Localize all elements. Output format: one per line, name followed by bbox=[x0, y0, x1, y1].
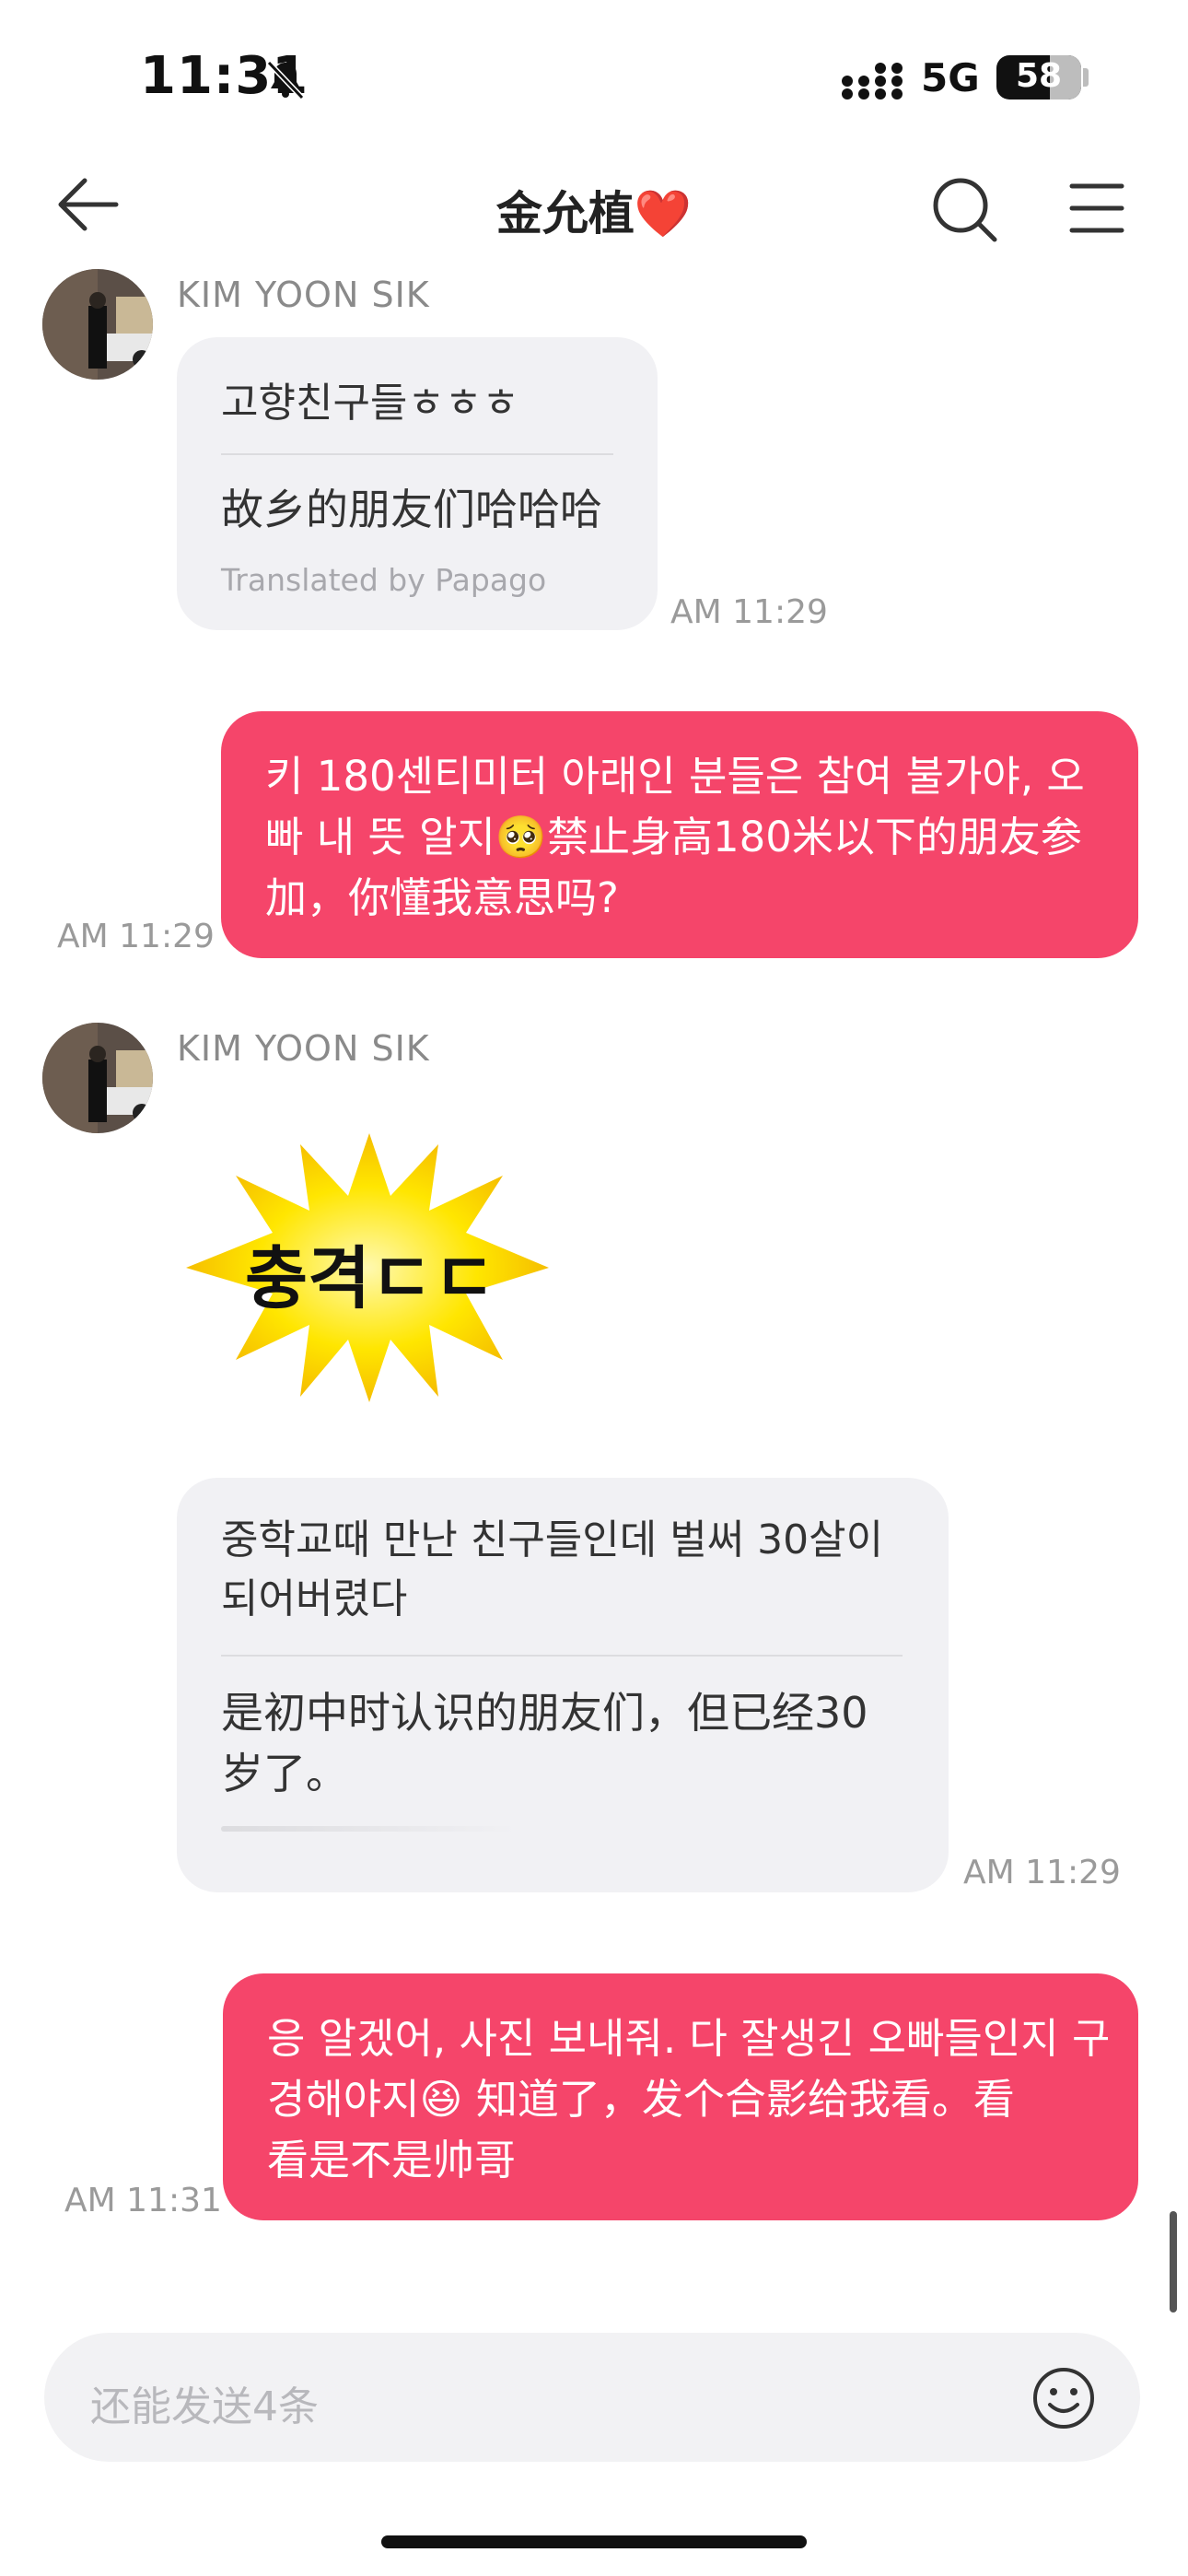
sender-name: KIM YOON SIK bbox=[177, 275, 430, 315]
message-time: AM 11:31 bbox=[64, 2182, 222, 2219]
outgoing-message-bubble[interactable]: 응 알겠어, 사진 보내줘. 다 잘생긴 오빠들인지 구 경해야지😆 知道了，发… bbox=[223, 1973, 1138, 2220]
message-original-line-1: 중학교때 만난 친구들인데 벌써 30살이 bbox=[221, 1516, 884, 1563]
message-translation-text: 故乡的朋友们哈哈哈 bbox=[221, 485, 602, 534]
message-input[interactable]: 还能发送4条 bbox=[44, 2333, 1140, 2462]
back-button[interactable] bbox=[55, 175, 120, 234]
message-line-2-part-1: 빠 내 뜻 알지 bbox=[265, 813, 495, 861]
message-original-line-2: 되어버렸다 bbox=[221, 1575, 408, 1622]
message-line-1: 키 180센티미터 아래인 분들은 참여 불가야, 오 bbox=[265, 752, 1085, 801]
sticker[interactable]: 충격ㄷㄷ bbox=[181, 1130, 558, 1406]
translation-loading-bar bbox=[221, 1826, 516, 1832]
smiley-icon[interactable] bbox=[1031, 2366, 1096, 2430]
message-time: AM 11:29 bbox=[670, 593, 828, 631]
message-original-text: 중학교때 만난 친구들인데 벌써 30살이 되어버렸다 bbox=[221, 1511, 921, 1629]
pleading-face-emoji: 🥺 bbox=[495, 813, 547, 861]
network-label: 5G bbox=[921, 55, 980, 100]
incoming-message-bubble[interactable]: 중학교때 만난 친구들인데 벌써 30살이 되어버렸다 是初中时认识的朋友们，但… bbox=[177, 1478, 949, 1892]
message-time: AM 11:29 bbox=[963, 1854, 1121, 1891]
outgoing-message-bubble[interactable]: 키 180센티미터 아래인 분들은 참여 불가야, 오 빠 내 뜻 알지🥺禁止身… bbox=[221, 711, 1138, 958]
signal-icon bbox=[842, 63, 903, 100]
message-text-line: 키 180센티미터 아래인 분들은 참여 불가야, 오 빠 내 뜻 알지🥺禁止身… bbox=[265, 746, 1112, 929]
message-line-2-part-1: 경해야지 bbox=[267, 2075, 420, 2124]
message-original-text: 고향친구들ㅎㅎㅎ bbox=[221, 380, 519, 427]
search-icon[interactable] bbox=[930, 175, 998, 243]
input-placeholder: 还能发送4条 bbox=[90, 2383, 319, 2430]
message-translation-line-2: 岁了。 bbox=[221, 1749, 348, 1798]
incoming-message-bubble[interactable]: 고향친구들ㅎㅎㅎ 故乡的朋友们哈哈哈 Translated by Papago bbox=[177, 337, 658, 630]
message-line-2-part-2: 禁止身高180米以下的朋友参 bbox=[546, 813, 1082, 861]
translation-divider bbox=[221, 1655, 903, 1657]
translation-divider bbox=[221, 453, 613, 455]
message-time: AM 11:29 bbox=[57, 918, 215, 955]
message-line-2: 빠 내 뜻 알지🥺禁止身高180米以下的朋友参 bbox=[265, 807, 1112, 868]
message-text-line: 응 알겠어, 사진 보내줘. 다 잘생긴 오빠들인지 구 경해야지😆 知道了，发… bbox=[267, 2008, 1114, 2191]
message-translation-line-1: 是初中时认识的朋友们，但已经30 bbox=[221, 1688, 868, 1738]
battery-level: 58 bbox=[1015, 57, 1063, 95]
message-line-3: 看是不是帅哥 bbox=[267, 2136, 517, 2184]
avatar[interactable] bbox=[42, 269, 153, 380]
battery-indicator: 58 bbox=[996, 55, 1081, 100]
bell-slash-icon bbox=[266, 60, 305, 100]
avatar[interactable] bbox=[42, 1023, 153, 1133]
translated-by-label: Translated by Papago bbox=[221, 562, 547, 598]
message-line-1: 응 알겠어, 사진 보내줘. 다 잘생긴 오빠들인지 구 bbox=[267, 2014, 1111, 2063]
message-line-2: 경해야지😆 知道了，发个合影给我看。看 bbox=[267, 2069, 1114, 2130]
message-line-3: 加，你懂我意思吗? bbox=[265, 873, 619, 922]
sticker-text: 충격ㄷㄷ bbox=[245, 1239, 496, 1318]
grinning-squinting-emoji: 😆 bbox=[419, 2075, 463, 2124]
message-translation-text: 是初中时认识的朋友们，但已经30 岁了。 bbox=[221, 1682, 921, 1804]
scrollbar[interactable] bbox=[1170, 2211, 1177, 2313]
menu-icon[interactable] bbox=[1068, 181, 1125, 236]
sender-name: KIM YOON SIK bbox=[177, 1028, 430, 1069]
chat-title: 金允植❤️ bbox=[495, 187, 693, 240]
battery-cap bbox=[1083, 68, 1089, 87]
message-line-2-part-2: 知道了，发个合影给我看。看 bbox=[475, 2075, 1015, 2124]
home-indicator[interactable] bbox=[381, 2535, 807, 2548]
